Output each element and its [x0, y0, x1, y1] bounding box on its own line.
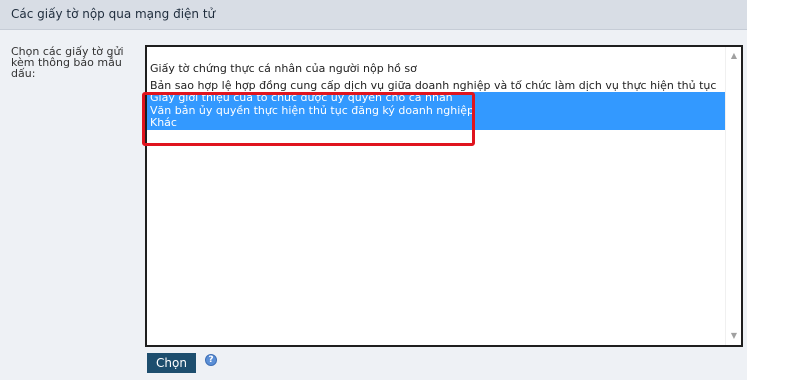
label-line: dấu: — [11, 67, 36, 80]
help-icon[interactable]: ? — [205, 354, 217, 366]
section-header: Các giấy tờ nộp qua mạng điện tử — [0, 0, 747, 30]
vertical-scrollbar[interactable]: ▲ ▼ — [725, 47, 741, 345]
chevron-down-icon[interactable]: ▼ — [726, 329, 742, 343]
documents-field-label: Chọn các giấy tờ gửi kèm thông báo mẫu d… — [11, 46, 129, 79]
chevron-up-icon[interactable]: ▲ — [726, 49, 742, 63]
section-title: Các giấy tờ nộp qua mạng điện tử — [11, 7, 216, 21]
option-item[interactable]: Giấy tờ chứng thực cá nhân của người nộp… — [147, 63, 727, 76]
option-item[interactable]: Bản sao hợp lệ hợp đồng cung cấp dịch vụ… — [147, 80, 727, 93]
choose-button[interactable]: Chọn — [147, 353, 196, 373]
documents-panel: Các giấy tờ nộp qua mạng điện tử Chọn cá… — [0, 0, 747, 380]
documents-multiselect[interactable]: Giấy tờ chứng thực cá nhân của người nộp… — [145, 45, 743, 347]
selection-highlight-annotation — [142, 92, 475, 146]
